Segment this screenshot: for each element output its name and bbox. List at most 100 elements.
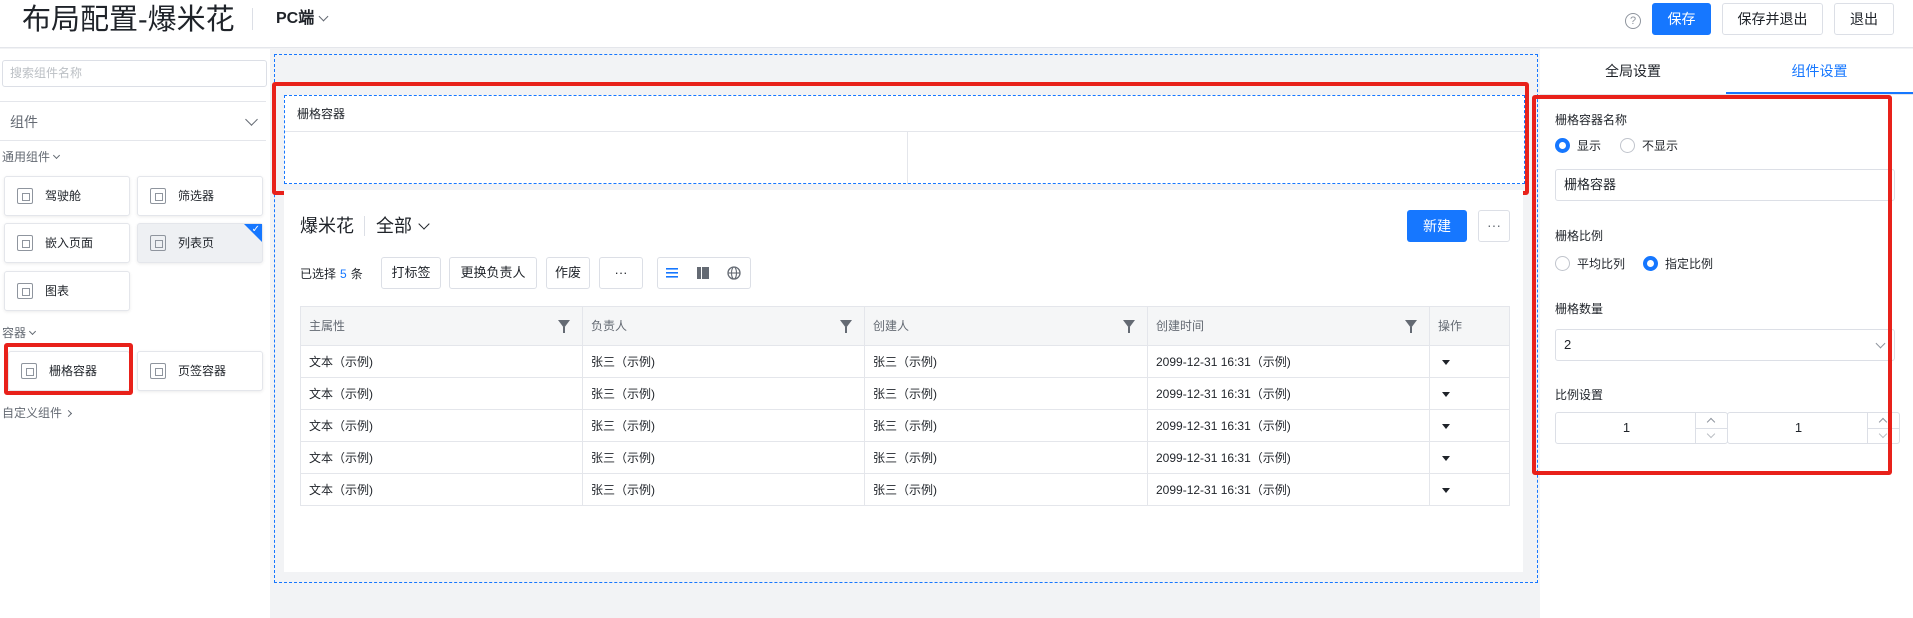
globe-icon[interactable]: [727, 266, 741, 280]
component-panel: 搜索组件名称 组件 通用组件 驾驶舱 筛选器 嵌入页面 列表页 ✓ 图表 容器 栅…: [0, 49, 270, 618]
column-header: 创建时间: [1148, 307, 1430, 345]
group-common-toggle[interactable]: 通用组件: [2, 148, 61, 165]
row-actions[interactable]: [1430, 378, 1509, 409]
table-cell: 文本（示例): [301, 442, 583, 473]
help-icon[interactable]: ?: [1625, 13, 1641, 29]
table-cell: 张三（示例): [583, 378, 865, 409]
highlight-box-grid-block: [272, 82, 1529, 195]
filter-icon[interactable]: [840, 320, 852, 333]
platform-select[interactable]: PC端: [276, 8, 329, 30]
caret-down-icon: [1442, 360, 1450, 365]
chevron-down-icon: [418, 218, 430, 230]
chevron-down-icon: [245, 113, 258, 126]
table-row[interactable]: 文本（示例) 张三（示例) 张三（示例) 2099-12-31 16:31（示例): [300, 410, 1510, 442]
table-cell: 2099-12-31 16:31（示例): [1148, 442, 1430, 473]
component-label: 列表页: [178, 236, 215, 250]
component-icon: [150, 363, 166, 379]
column-header: 主属性: [301, 307, 583, 345]
component-type-label: 组件: [10, 114, 38, 130]
table-header-row: 主属性 负责人 创建人 创建时间 操作: [300, 307, 1510, 346]
component-label: 图表: [45, 284, 70, 298]
top-bar: 布局配置-爆米花 PC端 ? 保存 保存并退出 退出: [0, 0, 1913, 48]
chevron-down-icon: [52, 151, 61, 160]
table-cell: 文本（示例): [301, 474, 583, 505]
table-cell: 张三（示例): [865, 346, 1148, 377]
component-embed-page[interactable]: 嵌入页面: [4, 223, 130, 263]
row-actions[interactable]: [1430, 442, 1509, 473]
exit-button[interactable]: 退出: [1834, 3, 1894, 35]
table-cell: 文本（示例): [301, 410, 583, 441]
view-mode-switch: [657, 257, 751, 289]
more-actions-button[interactable]: ···: [599, 257, 643, 289]
card-view-icon[interactable]: [696, 266, 710, 280]
tab-global-settings[interactable]: 全局设置: [1540, 49, 1726, 94]
save-exit-button[interactable]: 保存并退出: [1722, 3, 1823, 35]
table-row[interactable]: 文本（示例) 张三（示例) 张三（示例) 2099-12-31 16:31（示例): [300, 442, 1510, 474]
component-type-select[interactable]: 组件: [0, 101, 266, 141]
tab-component-settings[interactable]: 组件设置: [1726, 49, 1913, 94]
table-cell: 文本（示例): [301, 346, 583, 377]
component-cockpit[interactable]: 驾驶舱: [4, 176, 130, 216]
component-chart[interactable]: 图表: [4, 271, 130, 311]
group-custom-toggle[interactable]: 自定义组件: [2, 404, 73, 421]
new-button[interactable]: 新建: [1407, 210, 1467, 242]
row-actions[interactable]: [1430, 410, 1509, 441]
component-icon: [150, 235, 166, 251]
component-label: 驾驶舱: [45, 189, 82, 203]
data-table: 主属性 负责人 创建人 创建时间 操作 文本（示例) 张三（示例) 张三（示例) 20…: [300, 306, 1510, 506]
list-title: 爆米花: [300, 216, 354, 236]
selected-prefix: 已选择: [300, 267, 337, 281]
column-header: 创建人: [865, 307, 1148, 345]
component-icon: [150, 188, 166, 204]
component-icon: [17, 283, 33, 299]
highlight-box-grid-component: [4, 343, 133, 395]
table-cell: 张三（示例): [583, 410, 865, 441]
table-cell: 张三（示例): [583, 346, 865, 377]
title-divider: [364, 216, 365, 236]
column-header: 负责人: [583, 307, 865, 345]
component-filter[interactable]: 筛选器: [137, 176, 263, 216]
table-cell: 张三（示例): [865, 378, 1148, 409]
list-view-icon[interactable]: [665, 266, 679, 280]
row-actions[interactable]: [1430, 346, 1509, 377]
view-select[interactable]: 全部: [376, 214, 430, 238]
table-cell: 张三（示例): [583, 474, 865, 505]
more-icon[interactable]: ···: [1478, 210, 1510, 242]
header-divider: [252, 8, 253, 30]
component-tab-container[interactable]: 页签容器: [137, 351, 263, 391]
group-common-label: 通用组件: [2, 150, 51, 164]
component-label: 嵌入页面: [45, 236, 94, 250]
table-cell: 张三（示例): [583, 442, 865, 473]
save-button[interactable]: 保存: [1652, 3, 1711, 35]
selection-info: 已选择 5 条: [300, 264, 363, 284]
component-icon: [17, 188, 33, 204]
caret-down-icon: [1442, 424, 1450, 429]
table-row[interactable]: 文本（示例) 张三（示例) 张三（示例) 2099-12-31 16:31（示例): [300, 378, 1510, 410]
void-button[interactable]: 作废: [546, 257, 590, 289]
change-owner-button[interactable]: 更换负责人: [449, 257, 537, 289]
filter-icon[interactable]: [1123, 320, 1135, 333]
table-row[interactable]: 文本（示例) 张三（示例) 张三（示例) 2099-12-31 16:31（示例): [300, 346, 1510, 378]
view-label: 全部: [376, 216, 412, 236]
component-list-page[interactable]: 列表页 ✓: [137, 223, 263, 263]
tag-button[interactable]: 打标签: [381, 257, 441, 289]
group-container-toggle[interactable]: 容器: [2, 324, 37, 341]
table-row[interactable]: 文本（示例) 张三（示例) 张三（示例) 2099-12-31 16:31（示例): [300, 474, 1510, 506]
list-page-block[interactable]: 爆米花 全部 新建 ··· 已选择 5 条 打标签 更换负责人 作废 ··· 主属性…: [284, 190, 1523, 572]
row-actions[interactable]: [1430, 474, 1509, 505]
selected-suffix: 条: [350, 267, 363, 281]
filter-icon[interactable]: [1405, 320, 1417, 333]
table-cell: 张三（示例): [865, 410, 1148, 441]
component-label: 页签容器: [178, 364, 227, 378]
chevron-down-icon: [318, 11, 329, 22]
platform-label: PC端: [276, 10, 315, 27]
table-cell: 张三（示例): [865, 442, 1148, 473]
group-container-label: 容器: [2, 326, 27, 340]
component-search-input[interactable]: 搜索组件名称: [2, 60, 267, 87]
caret-down-icon: [1442, 456, 1450, 461]
table-cell: 文本（示例): [301, 378, 583, 409]
chevron-down-icon: [28, 327, 37, 336]
table-cell: 张三（示例): [865, 474, 1148, 505]
filter-icon[interactable]: [558, 320, 570, 333]
table-cell: 2099-12-31 16:31（示例): [1148, 378, 1430, 409]
